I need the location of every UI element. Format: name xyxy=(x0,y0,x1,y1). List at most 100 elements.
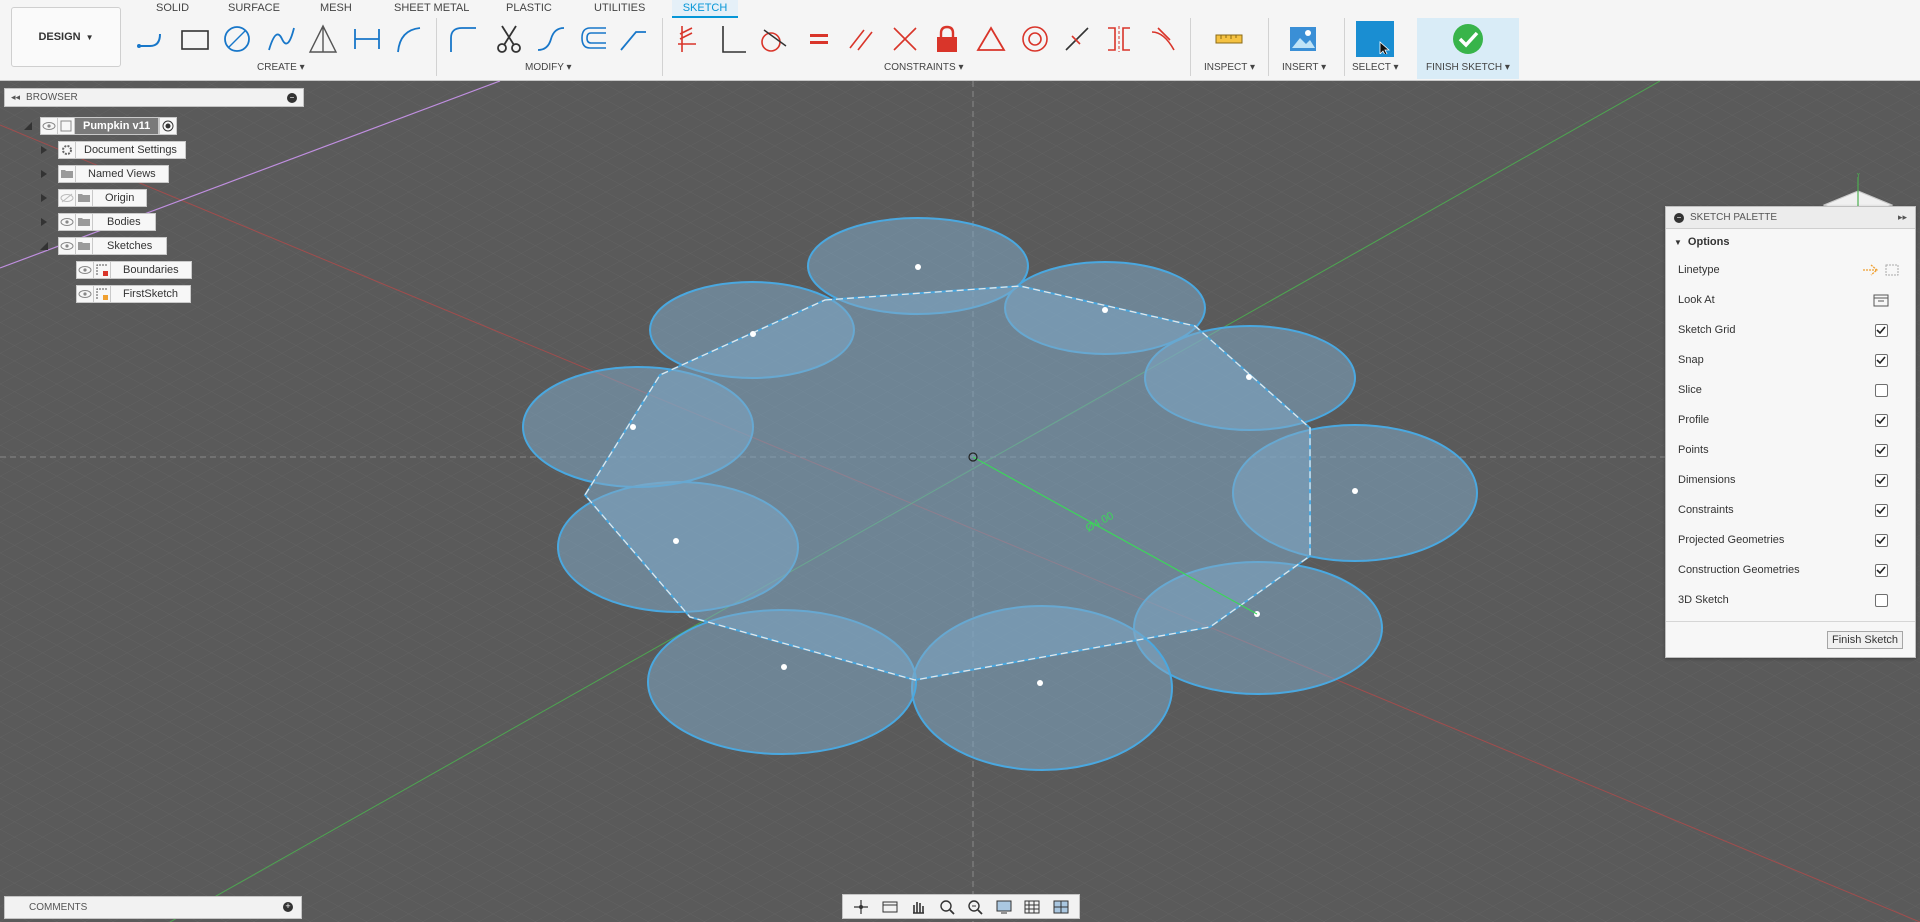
look-at-icon[interactable] xyxy=(1873,293,1889,307)
tree-node-first-sketch[interactable]: FirstSketch xyxy=(76,284,192,303)
collapsed-triangle-icon[interactable] xyxy=(38,144,50,156)
select-tool-button[interactable] xyxy=(1356,21,1394,57)
constraints-menu[interactable]: CONSTRAINTS ▾ xyxy=(884,62,963,73)
comments-panel[interactable]: COMMENTS + xyxy=(4,896,302,919)
eye-icon[interactable] xyxy=(76,260,94,279)
3d-viewport[interactable]: Ø4.00 Y Z X xyxy=(0,81,1920,922)
insert-image-button[interactable] xyxy=(1286,22,1320,56)
zoom-icon[interactable] xyxy=(936,898,958,916)
viewports-icon[interactable] xyxy=(1050,898,1072,916)
snap-checkbox[interactable] xyxy=(1874,353,1888,367)
named-views-label[interactable]: Named Views xyxy=(75,164,169,183)
slice-checkbox[interactable] xyxy=(1874,383,1888,397)
extend-tool-button[interactable] xyxy=(616,22,650,56)
circle-tool-button[interactable] xyxy=(220,22,254,56)
pan-hand-icon[interactable] xyxy=(907,898,929,916)
look-at-nav-icon[interactable] xyxy=(879,898,901,916)
tab-sketch[interactable]: SKETCH xyxy=(672,0,738,18)
arc-tool-button[interactable] xyxy=(264,22,298,56)
expand-right-icon[interactable]: ▸▸ xyxy=(1898,212,1907,223)
3d-sketch-checkbox[interactable] xyxy=(1874,593,1888,607)
horizontal-vertical-constraint-button[interactable] xyxy=(674,22,708,56)
tab-solid[interactable]: SOLID xyxy=(150,0,195,18)
points-checkbox[interactable] xyxy=(1874,443,1888,457)
display-settings-icon[interactable] xyxy=(993,898,1015,916)
finish-sketch-button[interactable]: Finish Sketch xyxy=(1826,631,1903,649)
coincident-constraint-button[interactable] xyxy=(716,22,750,56)
orbit-icon[interactable] xyxy=(850,898,872,916)
spline-tool-button[interactable] xyxy=(534,22,568,56)
browser-header[interactable]: ◂◂ BROWSER − xyxy=(4,88,304,107)
fit-zoom-icon[interactable] xyxy=(964,898,986,916)
tab-surface[interactable]: SURFACE xyxy=(222,0,286,18)
document-settings-label[interactable]: Document Settings xyxy=(75,140,186,159)
sketch-palette-header[interactable]: − SKETCH PALETTE ▸▸ xyxy=(1666,207,1915,229)
tab-mesh[interactable]: MESH xyxy=(314,0,358,18)
first-sketch-label[interactable]: FirstSketch xyxy=(110,284,192,303)
concentric-constraint-button[interactable] xyxy=(1018,22,1052,56)
parallel-constraint-button[interactable] xyxy=(844,22,878,56)
expanded-triangle-icon[interactable] xyxy=(38,240,50,252)
eye-icon[interactable] xyxy=(76,284,94,303)
collapsed-triangle-icon[interactable] xyxy=(38,192,50,204)
projected-geometries-checkbox[interactable] xyxy=(1874,533,1888,547)
origin-label[interactable]: Origin xyxy=(92,188,148,207)
trim-tool-button[interactable] xyxy=(492,22,526,56)
workspace-switcher-button[interactable]: DESIGN ▼ xyxy=(11,7,121,67)
eye-hidden-icon[interactable] xyxy=(58,188,76,207)
offset-tool-button[interactable] xyxy=(576,22,610,56)
modify-menu[interactable]: MODIFY ▾ xyxy=(525,62,572,73)
minimize-palette-icon[interactable]: − xyxy=(1674,212,1684,223)
fillet-arc-tool-button[interactable] xyxy=(392,22,426,56)
minimize-panel-icon[interactable]: − xyxy=(287,92,297,103)
tab-sheet-metal[interactable]: SHEET METAL xyxy=(388,0,475,18)
symmetry-constraint-button[interactable] xyxy=(1102,22,1136,56)
select-menu[interactable]: SELECT ▾ xyxy=(1352,62,1399,73)
tab-utilities[interactable]: UTILITIES xyxy=(588,0,651,18)
fillet-tool-button[interactable] xyxy=(446,22,480,56)
construction-linetype-icon[interactable] xyxy=(1861,263,1879,277)
line-tool-button[interactable] xyxy=(134,22,168,56)
grid-settings-icon[interactable] xyxy=(1021,898,1043,916)
tree-node-sketches[interactable]: Sketches xyxy=(38,236,168,255)
expanded-triangle-icon[interactable] xyxy=(22,120,34,132)
dimension-tool-button[interactable] xyxy=(350,22,384,56)
collapse-left-icon[interactable]: ◂◂ xyxy=(11,92,20,103)
perpendicular-constraint-button[interactable] xyxy=(888,22,922,56)
equal-constraint-button[interactable] xyxy=(802,22,836,56)
options-section-header[interactable]: ▼ Options xyxy=(1666,229,1915,255)
bodies-label[interactable]: Bodies xyxy=(92,212,156,231)
tree-node-root[interactable]: Pumpkin v11 xyxy=(22,116,178,135)
boundaries-label[interactable]: Boundaries xyxy=(110,260,192,279)
tree-node-bodies[interactable]: Bodies xyxy=(38,212,156,231)
sketch-grid-checkbox[interactable] xyxy=(1874,323,1888,337)
finish-sketch-toolbar-button[interactable]: FINISH SKETCH ▾ xyxy=(1417,18,1519,79)
collapsed-triangle-icon[interactable] xyxy=(38,216,50,228)
tree-node-named-views[interactable]: Named Views xyxy=(38,164,169,183)
tangent-constraint-button[interactable] xyxy=(756,22,790,56)
midpoint-constraint-button[interactable] xyxy=(974,22,1008,56)
eye-icon[interactable] xyxy=(58,212,76,231)
eye-icon[interactable] xyxy=(58,236,76,255)
collinear-constraint-button[interactable] xyxy=(1060,22,1094,56)
polygon-tool-button[interactable] xyxy=(306,22,340,56)
construction-geometries-checkbox[interactable] xyxy=(1874,563,1888,577)
sketches-label[interactable]: Sketches xyxy=(92,236,168,255)
measure-tool-button[interactable] xyxy=(1212,22,1246,56)
add-comment-icon[interactable]: + xyxy=(283,902,293,912)
fix-constraint-button[interactable] xyxy=(930,22,964,56)
dimensions-checkbox[interactable] xyxy=(1874,473,1888,487)
create-menu[interactable]: CREATE ▾ xyxy=(257,62,305,73)
collapsed-triangle-icon[interactable] xyxy=(38,168,50,180)
tree-node-boundaries[interactable]: Boundaries xyxy=(76,260,192,279)
inspect-menu[interactable]: INSPECT ▾ xyxy=(1204,62,1255,73)
curvature-constraint-button[interactable] xyxy=(1146,22,1180,56)
tab-plastic[interactable]: PLASTIC xyxy=(500,0,558,18)
eye-icon[interactable] xyxy=(40,116,58,135)
tree-node-origin[interactable]: Origin xyxy=(38,188,148,207)
profile-checkbox[interactable] xyxy=(1874,413,1888,427)
root-component-label[interactable]: Pumpkin v11 xyxy=(74,116,160,135)
tree-node-document-settings[interactable]: Document Settings xyxy=(38,140,186,159)
rectangle-tool-button[interactable] xyxy=(178,22,212,56)
insert-menu[interactable]: INSERT ▾ xyxy=(1282,62,1326,73)
